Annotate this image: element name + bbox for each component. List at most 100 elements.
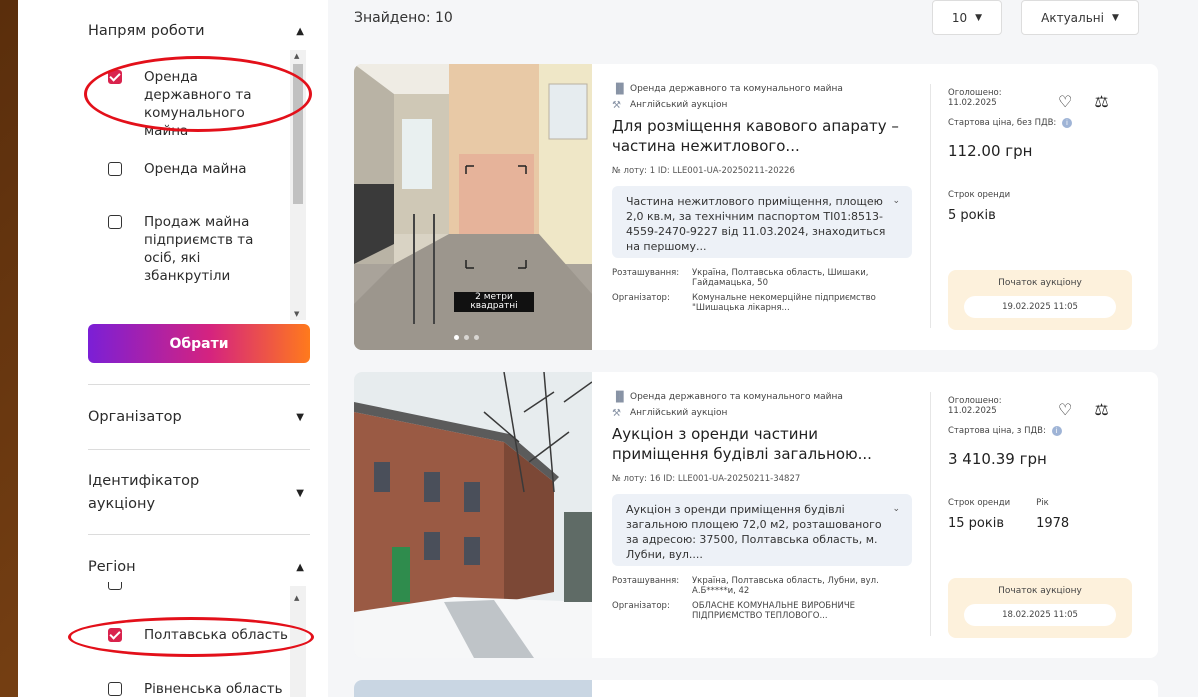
location-label: Розташування: — [612, 576, 680, 586]
checkbox-checked[interactable] — [108, 70, 122, 84]
caret-down-icon: ▼ — [296, 487, 304, 499]
heart-icon[interactable]: ♡ — [1058, 400, 1072, 419]
section-title: Напрям роботи — [88, 23, 205, 39]
auction-type-row: ⚒ Англійський аукціон — [612, 100, 912, 111]
auction-type-row: ⚒ Англійський аукціон — [612, 408, 912, 419]
chevron-down-icon[interactable]: ⌄ — [892, 502, 900, 517]
choose-button[interactable]: Обрати — [88, 324, 310, 363]
term-value: 15 років — [948, 516, 1005, 531]
sort-value: Актуальні — [1041, 10, 1104, 25]
auction-card[interactable] — [354, 680, 1158, 697]
card-title[interactable]: Для розміщення кавового апарату – частин… — [612, 116, 912, 156]
divider — [88, 384, 310, 385]
checkbox[interactable] — [108, 162, 122, 176]
scroll-down-icon[interactable]: ▼ — [294, 310, 299, 318]
lot-id: № лоту: 16 ID: LLE001-UA-20250211-34827 — [612, 474, 801, 484]
sort-select[interactable]: Актуальні ▼ — [1021, 0, 1139, 35]
filter-sidebar: Напрям роботи ▲ Оренда державного та ком… — [18, 0, 328, 697]
lot-photo[interactable] — [354, 372, 592, 658]
filter-section-direction[interactable]: Напрям роботи ▲ — [88, 20, 308, 42]
gavel-icon: ⚒ — [612, 100, 621, 111]
building-icon: ▐▌ — [612, 84, 628, 95]
auction-start-date: 18.02.2025 11:05 — [964, 604, 1116, 626]
term-block: Строк оренди 5 років — [948, 190, 1144, 223]
auction-start-box: Початок аукціону 18.02.2025 11:05 — [948, 578, 1132, 638]
year-value: 1978 — [1036, 516, 1070, 531]
organizer-value: Комунальне некомерційне підприємство "Ши… — [692, 293, 876, 313]
info-icon[interactable]: i — [1051, 426, 1062, 436]
building-icon: ▐▌ — [612, 392, 628, 403]
category-row: ▐▌ Оренда державного та комунального май… — [612, 84, 912, 95]
option-state-property-rent[interactable]: Оренда державного та комунального майна — [108, 68, 288, 140]
direction-scrollbar[interactable]: ▲ ▼ — [290, 50, 306, 320]
term-label: Строк оренди — [948, 190, 1011, 200]
category-row: ▐▌ Оренда державного та комунального май… — [612, 392, 912, 403]
lot-photo[interactable]: 2 метри квадратні — [354, 64, 592, 350]
scroll-thumb[interactable] — [293, 64, 303, 204]
auction-start-label: Початок аукціону — [998, 586, 1082, 596]
auction-start-box: Початок аукціону 19.02.2025 11:05 — [948, 270, 1132, 330]
lot-photo[interactable] — [354, 680, 592, 697]
description-box[interactable]: Аукціон з оренди приміщення будівлі зага… — [612, 494, 912, 566]
card-info: ▐▌ Оренда державного та комунального май… — [612, 392, 912, 621]
caret-down-icon: ▼ — [296, 411, 304, 423]
option-bankrupt-property-sale[interactable]: Продаж майна підприємств та осіб, які зб… — [108, 213, 288, 285]
organizer-label: Організатор: — [612, 601, 670, 611]
announced-label: Оголошено: — [948, 88, 1002, 98]
section-title: Ідентифікатор аукціону — [88, 473, 200, 512]
per-page-select[interactable]: 10 ▼ — [932, 0, 1002, 35]
announced-label: Оголошено: — [948, 396, 1002, 406]
description-box[interactable]: Частина нежитлового приміщення, площею 2… — [612, 186, 912, 258]
scales-icon[interactable]: ⚖ — [1094, 92, 1108, 111]
option-label: Рівненська область — [144, 681, 283, 697]
price-value: 112.00 грн — [948, 142, 1033, 160]
auction-start-date: 19.02.2025 11:05 — [964, 296, 1116, 318]
chevron-down-icon: ▼ — [1111, 12, 1119, 23]
card-title[interactable]: Аукціон з оренди частини приміщення буді… — [612, 424, 912, 464]
checkbox[interactable] — [108, 682, 122, 696]
caret-up-icon: ▲ — [296, 561, 304, 573]
scales-icon[interactable]: ⚖ — [1094, 400, 1108, 419]
price-label-text: Стартова ціна, без ПДВ: — [948, 118, 1057, 128]
divider — [88, 534, 310, 535]
photo-dots[interactable] — [454, 335, 479, 340]
location-row: Розташування: Україна, Полтавська област… — [612, 268, 912, 288]
checkbox-partial[interactable] — [108, 582, 122, 590]
option-label: Продаж майна підприємств та осіб, які зб… — [144, 214, 254, 284]
auction-start-label: Початок аукціону — [998, 278, 1082, 288]
checkbox[interactable] — [108, 215, 122, 229]
option-property-rent[interactable]: Оренда майна — [108, 160, 288, 178]
option-poltava-region[interactable]: Полтавська область — [108, 626, 288, 644]
organizer-row: Організатор: ОБЛАСНЕ КОМУНАЛЬНЕ ВИРОБНИЧ… — [612, 601, 912, 621]
region-scrollbar[interactable]: ▲ — [290, 586, 306, 697]
auction-card[interactable]: 2 метри квадратні ▐▌ Оренда державного т… — [354, 64, 1158, 350]
filter-section-region[interactable]: Регіон ▲ — [88, 556, 308, 578]
year-col: Рік 1978 — [1036, 498, 1069, 531]
checkbox-checked[interactable] — [108, 628, 122, 642]
info-icon[interactable]: i — [1062, 118, 1073, 128]
auction-card[interactable]: ▐▌ Оренда державного та комунального май… — [354, 372, 1158, 658]
auction-type-label: Англійський аукціон — [630, 100, 728, 110]
heart-icon[interactable]: ♡ — [1058, 92, 1072, 111]
announced-date: 11.02.2025 — [948, 98, 997, 108]
option-label: Оренда майна — [144, 161, 247, 177]
price-label-text: Стартова ціна, з ПДВ: — [948, 426, 1046, 436]
scroll-up-icon[interactable]: ▲ — [294, 52, 299, 60]
filter-section-organizer[interactable]: Організатор ▼ — [88, 406, 308, 428]
organizer-value: ОБЛАСНЕ КОМУНАЛЬНЕ ВИРОБНИЧЕ ПІДПРИЄМСТВ… — [692, 601, 856, 621]
term-block: Строк оренди 15 років Рік 1978 — [948, 498, 1144, 531]
auction-type-label: Англійський аукціон — [630, 408, 728, 418]
chevron-down-icon: ▼ — [975, 12, 983, 23]
location-value: Україна, Полтавська область, Лубни, вул.… — [692, 576, 879, 596]
scroll-up-icon[interactable]: ▲ — [294, 594, 299, 602]
option-rivne-region[interactable]: Рівненська область — [108, 680, 288, 697]
card-info: ▐▌ Оренда державного та комунального май… — [612, 84, 912, 313]
announced-date: 11.02.2025 — [948, 406, 997, 416]
gavel-icon: ⚒ — [612, 408, 621, 419]
term-value: 5 років — [948, 208, 996, 223]
location-row: Розташування: Україна, Полтавська област… — [612, 576, 912, 596]
filter-section-auction-id[interactable]: Ідентифікатор аукціону ▼ — [88, 470, 308, 516]
card-actions: ♡ ⚖ — [1058, 92, 1109, 111]
chevron-down-icon[interactable]: ⌄ — [892, 194, 900, 209]
results-count: Знайдено: 10 — [354, 10, 453, 26]
